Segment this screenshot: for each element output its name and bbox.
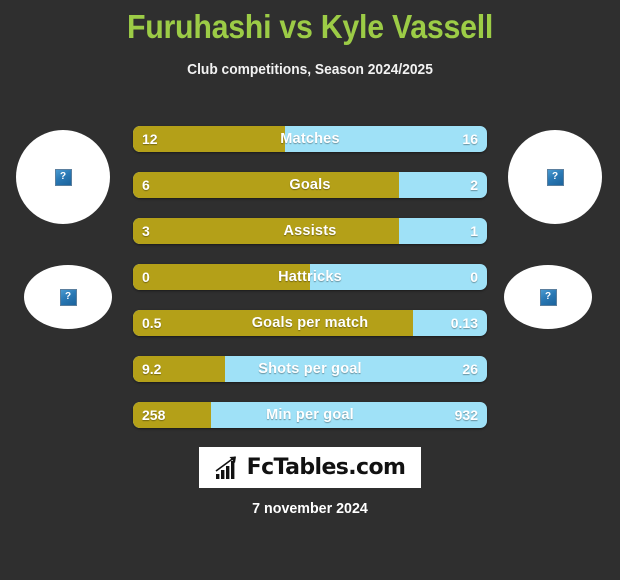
stat-label: Shots per goal: [258, 361, 362, 377]
club-right-logo: ?: [504, 265, 592, 329]
stat-bar-row: 6 Goals 2: [133, 172, 487, 198]
club-left-logo: ?: [24, 265, 112, 329]
stat-label: Matches: [280, 131, 340, 147]
stat-label: Hattricks: [278, 269, 342, 285]
player-left-photo: ?: [16, 130, 110, 224]
stat-bar-row: 258 Min per goal 932: [133, 402, 487, 428]
page-subtitle: Club competitions, Season 2024/2025: [187, 62, 433, 78]
stat-bar-row: 3 Assists 1: [133, 218, 487, 244]
stat-bar-row: 0 Hattricks 0: [133, 264, 487, 290]
stat-label: Goals: [289, 177, 331, 193]
stat-right-value: 0: [470, 269, 478, 285]
broken-image-icon: ?: [54, 168, 72, 186]
fctables-logo[interactable]: FcTables.com: [199, 447, 421, 488]
bar-chart-growth-icon: [215, 455, 236, 479]
page-title: Furuhashi vs Kyle Vassell: [126, 8, 494, 45]
broken-image-glyph: ?: [59, 171, 67, 182]
fctables-logo-text: FcTables.com: [246, 455, 406, 480]
stat-label: Assists: [283, 223, 337, 239]
stat-comparison-page: Furuhashi vs Kyle Vassell Club competiti…: [0, 0, 620, 580]
broken-image-icon: ?: [539, 288, 557, 306]
stat-label: Min per goal: [266, 407, 354, 423]
stat-right-value: 26: [462, 361, 478, 377]
stat-right-value: 2: [470, 177, 478, 193]
player-right-photo: ?: [508, 130, 602, 224]
generated-date: 7 november 2024: [252, 500, 368, 517]
stat-bar-row: 12 Matches 16: [133, 126, 487, 152]
stat-right-value: 1: [470, 223, 478, 239]
broken-image-glyph: ?: [551, 171, 559, 182]
stat-bar-row: 9.2 Shots per goal 26: [133, 356, 487, 382]
broken-image-glyph: ?: [544, 291, 552, 302]
broken-image-icon: ?: [546, 168, 564, 186]
stat-right-value: 0.13: [450, 315, 478, 331]
broken-image-glyph: ?: [64, 291, 72, 302]
broken-image-icon: ?: [59, 288, 77, 306]
stat-right-value: 932: [454, 407, 478, 423]
stat-right-value: 16: [462, 131, 478, 147]
stat-bar-row: 0.5 Goals per match 0.13: [133, 310, 487, 336]
stat-label: Goals per match: [251, 315, 369, 331]
stat-bar-list: 12 Matches 16 6 Goals 2 3 Assists 1 0 Hattricks 0 0.…: [133, 126, 487, 448]
